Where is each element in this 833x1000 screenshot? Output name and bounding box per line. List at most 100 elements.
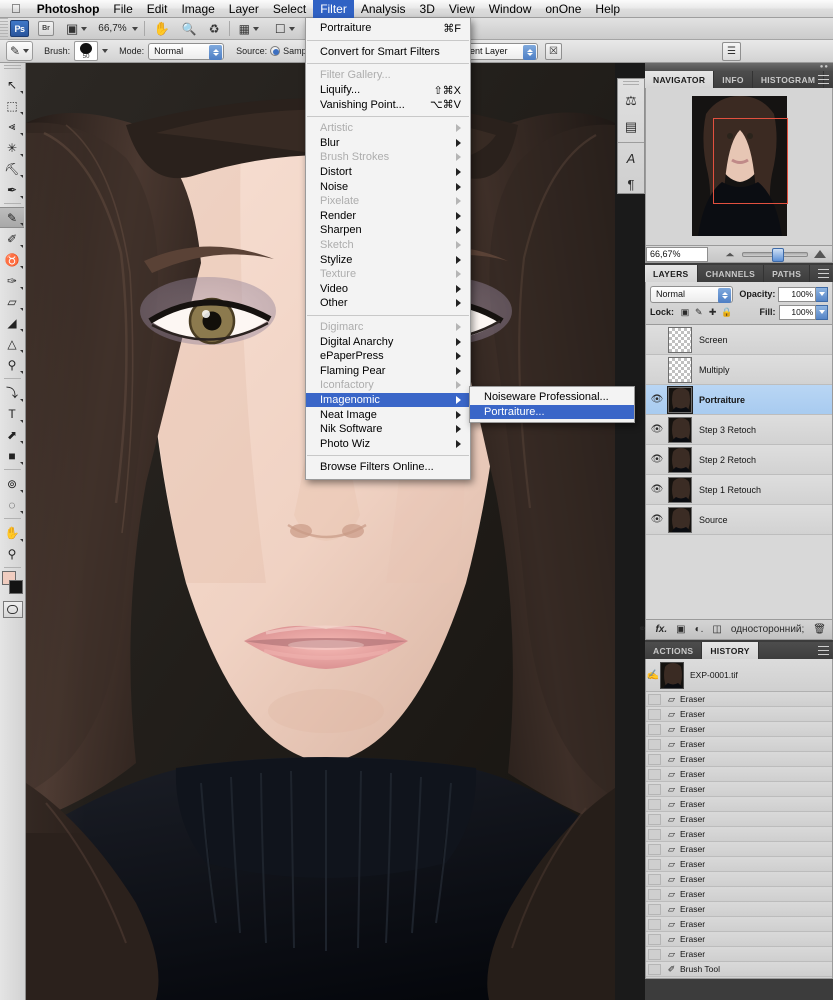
new-layer-icon[interactable]: односторонний; <box>731 624 804 635</box>
layer-mask-icon[interactable]: ▣ <box>676 624 685 635</box>
filter-menu-item-distort[interactable]: Distort <box>306 165 470 180</box>
layer-row[interactable]: 👁 Step 2 Retoch <box>646 445 832 475</box>
history-state-row[interactable]: ▱ Eraser <box>646 707 832 722</box>
tool-flyout-triangle-icon[interactable] <box>20 462 23 465</box>
history-state-row[interactable]: ▱ Eraser <box>646 692 832 707</box>
layer-row[interactable]: 👁 Source <box>646 505 832 535</box>
menu-item-window[interactable]: Window <box>482 0 539 18</box>
history-state-row[interactable]: ▱ Eraser <box>646 917 832 932</box>
eyedropper-tool[interactable]: ✒ <box>0 179 24 200</box>
layer-visibility-toggle[interactable]: 👁 <box>646 505 668 535</box>
menu-item-photoshop[interactable]: Photoshop <box>30 0 107 18</box>
lasso-tool[interactable]: ⪡ <box>0 116 24 137</box>
dodge-tool[interactable]: ⚲ <box>0 354 24 375</box>
menu-item-3d[interactable]: 3D <box>413 0 442 18</box>
menu-item-analysis[interactable]: Analysis <box>354 0 413 18</box>
history-state-row[interactable]: ▱ Eraser <box>646 827 832 842</box>
layer-visibility-toggle[interactable]: 👁 <box>646 445 668 475</box>
hand-tool-button[interactable]: ✋ <box>151 20 173 38</box>
adjustment-layer-icon[interactable]: ◐. <box>695 624 704 635</box>
tool-flyout-triangle-icon[interactable] <box>20 399 23 402</box>
history-brush-source-toggle[interactable] <box>648 693 661 705</box>
menu-item-view[interactable]: View <box>442 0 482 18</box>
menu-item-filter[interactable]: Filter <box>313 0 354 18</box>
history-brush-source-toggle[interactable] <box>648 738 661 750</box>
history-state-row[interactable]: ▱ Eraser <box>646 857 832 872</box>
filter-menu-item-sharpen[interactable]: Sharpen <box>306 223 470 238</box>
menu-item-select[interactable]: Select <box>266 0 313 18</box>
history-snapshot-row[interactable]: ✍ EXP-0001.tif <box>646 659 832 692</box>
zoom-level-value[interactable]: 66,7% <box>98 23 126 34</box>
lock-position-icon[interactable]: ✚ <box>706 305 720 319</box>
menu-item-help[interactable]: Help <box>588 0 627 18</box>
history-brush-source-toggle[interactable] <box>648 783 661 795</box>
navigator-zoom-slider[interactable] <box>742 247 808 262</box>
filter-menu-item-neat-image[interactable]: Neat Image <box>306 407 470 422</box>
link-layers-icon[interactable]: ⚭ <box>638 624 646 635</box>
filter-menu-item-render[interactable]: Render <box>306 209 470 224</box>
menu-item-image[interactable]: Image <box>174 0 221 18</box>
history-state-row[interactable]: ▱ Eraser <box>646 842 832 857</box>
opacity-stepper-button[interactable] <box>816 286 828 302</box>
layer-row[interactable]: Multiply <box>646 355 832 385</box>
paragraph-panel-icon[interactable]: ¶ <box>618 171 644 197</box>
menu-item-layer[interactable]: Layer <box>222 0 266 18</box>
history-brush-source-toggle[interactable] <box>648 918 661 930</box>
delete-layer-icon[interactable]: 🗑 <box>813 624 826 635</box>
layer-visibility-toggle[interactable] <box>646 355 668 385</box>
history-state-row[interactable]: ▱ Eraser <box>646 797 832 812</box>
history-brush-source-toggle[interactable] <box>648 723 661 735</box>
layer-thumbnail[interactable] <box>668 416 692 443</box>
tool-flyout-triangle-icon[interactable] <box>20 223 23 226</box>
history-brush-source-toggle[interactable] <box>648 828 661 840</box>
history-state-row[interactable]: ▱ Eraser <box>646 752 832 767</box>
submenu-item-portraiture[interactable]: Portraiture... <box>470 404 634 420</box>
history-state-row[interactable]: ▱ Eraser <box>646 737 832 752</box>
layer-visibility-toggle[interactable]: 👁 <box>646 385 668 415</box>
history-state-row[interactable]: ▱ Eraser <box>646 932 832 947</box>
brush-preview[interactable]: 50 <box>74 41 99 61</box>
snapshot-icon[interactable]: ✍ <box>646 659 660 692</box>
tab-info[interactable]: INFO <box>714 71 753 88</box>
tool-flyout-triangle-icon[interactable] <box>20 350 23 353</box>
filter-menu-item-portraiture[interactable]: Portraiture ⌘F <box>306 21 470 36</box>
screen-mode-button[interactable]: ☐ <box>272 20 298 38</box>
history-state-row[interactable]: ▱ Eraser <box>646 947 832 962</box>
navigator-zoom-field[interactable]: 66,67% <box>646 246 708 262</box>
quick-mask-toggle[interactable] <box>2 601 23 618</box>
navigator-dock-grip[interactable]: ●● <box>645 63 833 71</box>
layer-row[interactable]: 👁 Step 3 Retoch <box>646 415 832 445</box>
layer-visibility-toggle[interactable]: 👁 <box>646 415 668 445</box>
tab-paths[interactable]: PATHS <box>764 265 811 282</box>
zoom-tool-button[interactable]: 🔍 <box>179 20 200 38</box>
filter-menu-item-flaming-pear[interactable]: Flaming Pear <box>306 363 470 378</box>
fill-field[interactable]: 100% <box>778 304 817 320</box>
tab-actions[interactable]: ACTIONS <box>645 642 703 659</box>
filter-menu-item-browse-filters-online[interactable]: Browse Filters Online... <box>306 460 470 475</box>
lock-all-icon[interactable]: 🔒 <box>720 305 734 319</box>
layer-blend-mode-select[interactable]: Normal <box>650 285 734 303</box>
layers-list[interactable]: Screen Multiply 👁 Portraiture 👁 Step 3 Retoch… <box>645 325 833 620</box>
tool-flyout-triangle-icon[interactable] <box>20 175 23 178</box>
history-brush-source-toggle[interactable] <box>648 903 661 915</box>
filter-menu-item-vanishing-point[interactable]: Vanishing Point... ⌥⌘V <box>306 97 470 112</box>
layers-panel-menu-icon[interactable] <box>818 269 829 278</box>
tool-flyout-triangle-icon[interactable] <box>20 371 23 374</box>
layer-thumbnail[interactable] <box>667 385 693 414</box>
background-color-swatch[interactable] <box>9 580 23 594</box>
submenu-item-noiseware-professional[interactable]: Noiseware Professional... <box>470 390 634 405</box>
tool-flyout-triangle-icon[interactable] <box>20 266 23 269</box>
navigator-panel-menu-icon[interactable] <box>818 75 829 84</box>
tab-channels[interactable]: CHANNELS <box>698 265 765 282</box>
tool-flyout-triangle-icon[interactable] <box>20 287 23 290</box>
menu-item-onone[interactable]: onOne <box>538 0 588 18</box>
tool-flyout-triangle-icon[interactable] <box>20 539 23 542</box>
zoom-in-icon[interactable] <box>814 250 826 258</box>
layer-thumbnail[interactable] <box>668 326 692 353</box>
history-brush-tool[interactable]: ✑ <box>0 270 24 291</box>
filter-menu-item-photo-wiz[interactable]: Photo Wiz <box>306 436 470 451</box>
blur-tool[interactable]: △ <box>0 333 24 354</box>
gradient-tool[interactable]: ◢ <box>0 312 24 333</box>
menu-item-file[interactable]: File <box>106 0 139 18</box>
filter-menu-item-epaperpress[interactable]: ePaperPress <box>306 349 470 364</box>
